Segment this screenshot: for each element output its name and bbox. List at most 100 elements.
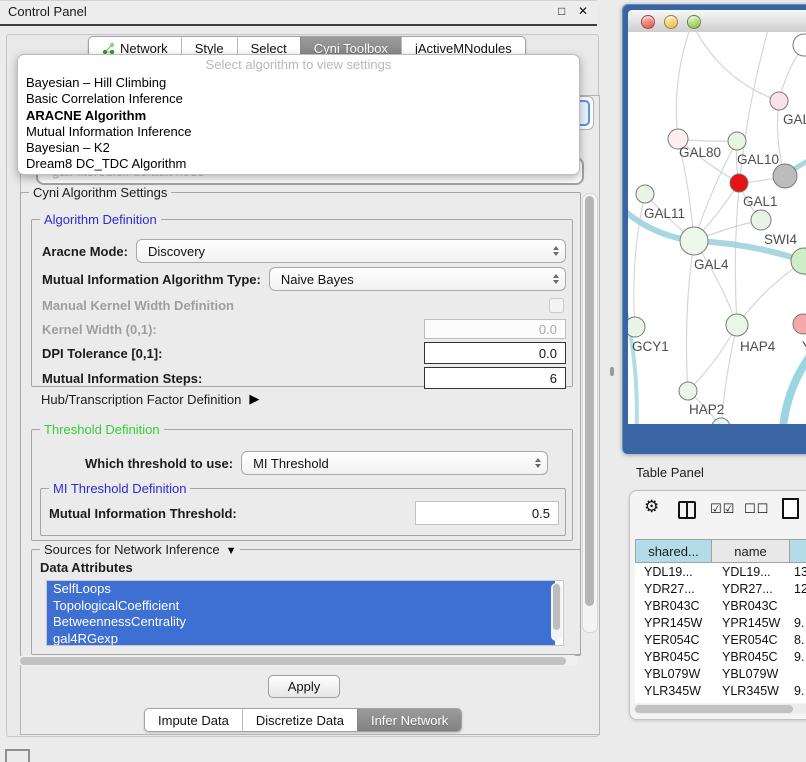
tab-discretize-data[interactable]: Discretize Data (242, 709, 357, 731)
network-node[interactable] (793, 34, 806, 56)
network-edge[interactable] (676, 32, 692, 139)
table-row[interactable]: YBR043CYBR043C (635, 597, 806, 614)
algorithm-option[interactable]: Mutual Information Inference (18, 124, 579, 140)
mi-steps-field[interactable]: 6 (424, 367, 566, 389)
scrollbar-thumb[interactable] (585, 196, 594, 606)
mi-algorithm-type-combo[interactable]: Naive Bayes (269, 267, 566, 291)
network-edge[interactable] (737, 261, 804, 325)
tab-infer-network[interactable]: Infer Network (357, 709, 461, 731)
hub-transcription-factor-section[interactable]: Hub/Transcription Factor Definition ▶ (41, 391, 259, 407)
threshold-combo[interactable]: MI Threshold (241, 451, 548, 475)
mi-threshold-field[interactable]: 0.5 (415, 501, 559, 525)
kernel-width-field[interactable]: 0.0 (424, 319, 566, 339)
network-node-hap4[interactable] (726, 314, 748, 336)
table-cell: YPR145W (712, 616, 790, 630)
table-row[interactable]: YDL19...YDL19...13 (635, 563, 806, 580)
aracne-mode-combo[interactable]: Discovery (136, 239, 566, 263)
table-row[interactable]: YBL079WYBL079W (635, 665, 806, 682)
close-traffic-light[interactable] (641, 15, 655, 29)
apply-button[interactable]: Apply (268, 675, 340, 698)
table-row[interactable]: YLR345WYLR345W9. (635, 682, 806, 699)
network-window-titlebar[interactable] (628, 10, 806, 33)
table-panel-window: ⚙ ☑☑ ☐☐ shared... name YDL19...YDL19...1… (629, 490, 806, 720)
data-attribute-item[interactable]: gal4RGexp (47, 631, 555, 647)
settings-vertical-scrollbar[interactable] (582, 193, 598, 633)
table-row[interactable]: YBR045CYBR045C9. (635, 648, 806, 665)
algorithm-option[interactable]: Bayesian – K2 (18, 140, 579, 156)
field-value: 0.0 (539, 322, 557, 337)
minimize-traffic-light[interactable] (664, 15, 678, 29)
settings-gear-icon[interactable]: ⚙ (644, 497, 659, 517)
collapsed-panel-icon[interactable] (5, 749, 30, 762)
tab-impute-data[interactable]: Impute Data (145, 709, 242, 731)
deselect-all-icon[interactable]: ☐☐ (744, 501, 769, 517)
column-header-name[interactable]: name (712, 539, 790, 563)
network-node-gal4[interactable] (680, 227, 708, 255)
expand-arrow-icon[interactable]: ▶ (249, 391, 259, 407)
column-header-clipped[interactable] (790, 539, 806, 563)
network-node-gal10[interactable] (728, 132, 746, 150)
table-row[interactable]: YER054CYER054C8. (635, 631, 806, 648)
network-node-swi4[interactable] (791, 248, 806, 274)
zoom-traffic-light[interactable] (687, 15, 701, 29)
settings-horizontal-scrollbar[interactable] (18, 655, 578, 666)
mi-steps-label: Mutual Information Steps: (42, 371, 202, 386)
columns-icon[interactable] (678, 501, 696, 519)
combo-value: Naive Bayes (281, 272, 354, 287)
node-label: GAL80 (679, 145, 721, 160)
network-node-gal[interactable] (770, 92, 788, 110)
algorithm-option[interactable]: ARACNE Algorithm (18, 108, 579, 124)
table-cell: 13 (790, 565, 806, 579)
group-title: Cyni Algorithm Settings (29, 185, 171, 200)
data-attribute-item[interactable]: TopologicalCoefficient (47, 598, 555, 615)
node-label: HAP2 (689, 402, 724, 417)
network-node-gal1[interactable] (751, 210, 771, 230)
table-row[interactable]: YPR145WYPR145W9. (635, 614, 806, 631)
network-node-hap2[interactable] (679, 382, 697, 400)
table-cell: YER054C (712, 633, 790, 647)
float-window-icon[interactable]: □ (558, 4, 565, 18)
control-panel-title: Control Panel (8, 4, 87, 19)
scrollbar-thumb[interactable] (20, 657, 566, 665)
algorithm-option[interactable]: Bayesian – Hill Climbing (18, 75, 579, 91)
table-cell: YBR043C (635, 599, 712, 613)
network-canvas[interactable]: GALGAL80GAL10GAL1GAL11GAL4SWI4GCY1HAP4YH… (628, 32, 806, 424)
attributes-scrollbar[interactable] (551, 583, 562, 641)
algorithm-option[interactable]: Basic Correlation Inference (18, 91, 579, 107)
network-node[interactable] (773, 164, 797, 188)
data-attribute-item[interactable]: SelfLoops (47, 581, 555, 598)
table-cell: YER054C (635, 633, 712, 647)
table-cell: YBR043C (712, 599, 790, 613)
table-cell: YPR145W (635, 616, 712, 630)
dpi-tolerance-label: DPI Tolerance [0,1]: (42, 346, 162, 361)
dpi-tolerance-field[interactable]: 0.0 (424, 342, 566, 364)
network-node-y[interactable] (793, 314, 806, 334)
algorithm-option[interactable]: Dream8 DC_TDC Algorithm (18, 156, 579, 172)
data-attributes-list[interactable]: SelfLoopsTopologicalCoefficientBetweenne… (46, 580, 564, 646)
tab-label: Impute Data (158, 713, 229, 728)
table-row[interactable]: YDR27...YDR27...12 (635, 580, 806, 597)
scrollbar-thumb[interactable] (553, 584, 560, 630)
manual-kernel-checkbox[interactable] (549, 298, 564, 313)
select-all-icon[interactable]: ☑☑ (710, 501, 735, 517)
algorithm-definition-group: Algorithm Definition Aracne Mode: Discov… (31, 219, 573, 387)
scrollbar-thumb[interactable] (635, 705, 793, 713)
data-attribute-item[interactable]: BetweennessCentrality (47, 614, 555, 631)
table-row[interactable]: YIL052CYIL052C9. (635, 699, 806, 703)
network-edge[interactable] (692, 32, 779, 101)
sources-group: Sources for Network Inference▼ Data Attr… (31, 549, 581, 655)
table-cell: 9. (790, 616, 806, 630)
split-divider-handle[interactable] (610, 367, 614, 376)
page-icon[interactable] (782, 498, 799, 519)
close-icon[interactable]: ✕ (578, 4, 588, 18)
network-node-gal11[interactable] (636, 185, 654, 203)
table-cell: YIL052C (635, 701, 712, 704)
collapse-arrow-icon[interactable]: ▼ (226, 545, 237, 557)
table-horizontal-scrollbar[interactable] (633, 704, 806, 714)
table-cell: 9. (790, 701, 806, 704)
column-header-shared-name[interactable]: shared... (635, 539, 712, 563)
network-node[interactable] (730, 174, 748, 192)
network-node-gcy1[interactable] (628, 317, 645, 337)
algorithm-option-list: Bayesian – Hill ClimbingBasic Correlatio… (18, 75, 579, 173)
network-edge[interactable] (686, 241, 694, 391)
